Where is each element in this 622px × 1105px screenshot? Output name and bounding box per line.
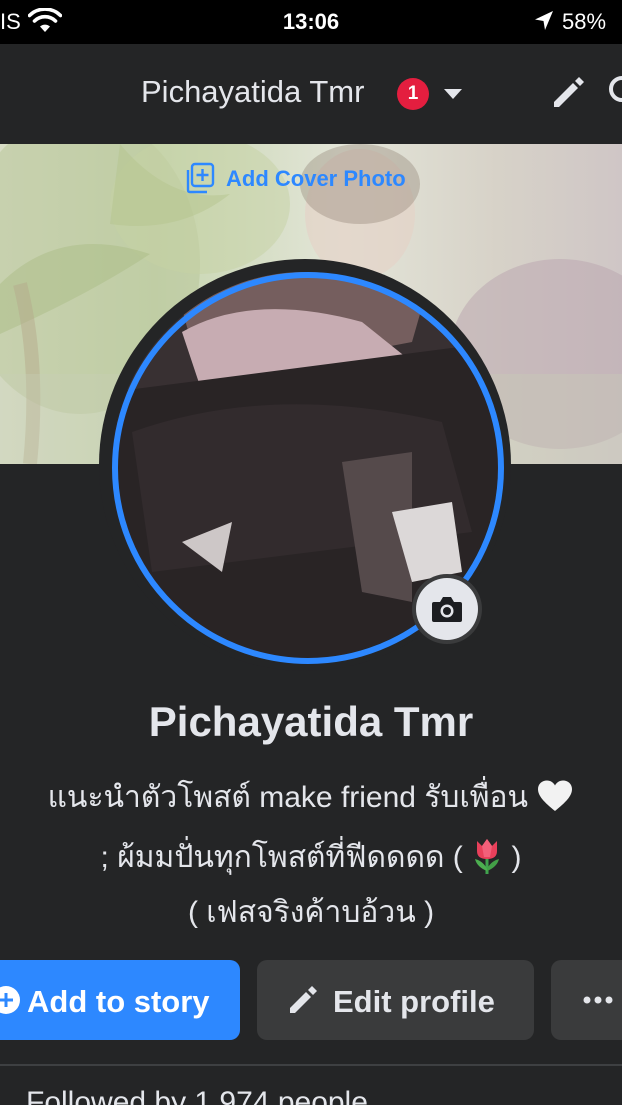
tulip-icon [475,839,500,874]
add-to-story-label: Add to story [27,984,210,1019]
followers-count[interactable]: Followed by 1,974 people [26,1086,368,1105]
bio-line-2: ; ผ้มมปั่นทุกโพสต์ที่ฟีดดดด ( ) [0,834,622,881]
bio-text-1: แนะนำตัวโพสต์ make friend รับเพื่อน [47,781,529,814]
clock: 13:06 [282,9,340,34]
pencil-icon [290,986,317,1013]
location-arrow-icon [535,11,553,30]
top-nav: Pichayatida Tmr 1 [0,44,622,144]
camera-button-face [416,578,478,640]
change-profile-photo-button[interactable] [412,574,482,644]
chevron-down-icon[interactable] [443,87,463,101]
more-dots-icon [583,996,613,1004]
bio-line-1: แนะนำตัวโพสต์ make friend รับเพื่อน [0,774,622,821]
camera-icon [432,597,462,622]
add-cover-photo-label: Add Cover Photo [226,166,406,191]
plus-circle-icon [0,986,20,1014]
bio-line-3: ( เฟสจริงค้าบอ้วน ) [187,896,435,929]
account-switcher-title[interactable]: Pichayatida Tmr [141,74,364,110]
status-bar: IS 13:06 58% [0,0,622,44]
pencil-icon[interactable] [548,72,588,112]
edit-profile-label: Edit profile [333,984,495,1019]
bio-text-2: ; ผ้มมปั่นทุกโพสต์ที่ฟีดดดด ( [100,841,463,874]
section-divider [0,1064,622,1066]
add-to-story-button[interactable]: Add to story [0,960,240,1040]
bio-text-2-end: ) [511,841,522,874]
search-icon[interactable] [605,72,622,112]
white-heart-icon [538,780,573,811]
add-photo-icon [186,162,215,194]
battery-percent: 58% [562,9,607,34]
edit-profile-button[interactable]: Edit profile [257,960,534,1040]
profile-screen: IS 13:06 58% Pichayatida Tmr 1 Add Cover… [0,0,622,1105]
notification-badge[interactable]: 1 [397,78,429,110]
more-options-button[interactable] [551,960,622,1040]
profile-name: Pichayatida Tmr [148,698,474,745]
